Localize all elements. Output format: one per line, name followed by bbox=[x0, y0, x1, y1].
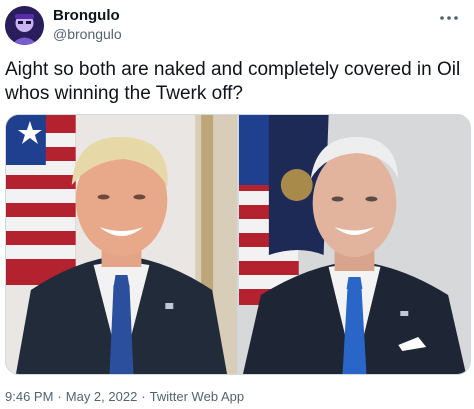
tweet-source-link[interactable]: Twitter Web App bbox=[150, 389, 244, 405]
tweet-text-line-1: Aight so both are naked and completely c… bbox=[5, 59, 461, 80]
media-photo-left[interactable] bbox=[6, 115, 237, 374]
tweet-card: Brongulo @brongulo Aight so both are nak… bbox=[0, 0, 474, 409]
author-names: Brongulo @brongulo bbox=[53, 7, 122, 43]
meta-separator-2: · bbox=[141, 389, 146, 404]
media-photo-right[interactable] bbox=[239, 115, 470, 374]
tweet-media[interactable] bbox=[5, 114, 471, 375]
author-display-name[interactable]: Brongulo bbox=[53, 7, 122, 25]
author-handle[interactable]: @brongulo bbox=[53, 25, 122, 43]
avatar[interactable] bbox=[5, 5, 44, 45]
tweet-time-link[interactable]: 9:46 PM bbox=[5, 389, 53, 405]
tweet-date-link[interactable]: May 2, 2022 bbox=[66, 389, 138, 405]
tweet-header: Brongulo @brongulo bbox=[5, 4, 122, 46]
tweet-text: Aight so both are naked and completely c… bbox=[5, 58, 467, 106]
more-options-button[interactable] bbox=[438, 10, 460, 26]
avatar-icon bbox=[5, 5, 44, 45]
more-options-icon bbox=[440, 16, 458, 20]
meta-separator-1: · bbox=[57, 389, 62, 404]
tweet-text-line-2: whos winning the Twerk off? bbox=[5, 83, 243, 104]
portrait-photo-right-icon bbox=[239, 115, 470, 374]
portrait-photo-left-icon bbox=[6, 115, 237, 374]
tweet-meta: 9:46 PM · May 2, 2022 · Twitter Web App bbox=[5, 389, 244, 405]
